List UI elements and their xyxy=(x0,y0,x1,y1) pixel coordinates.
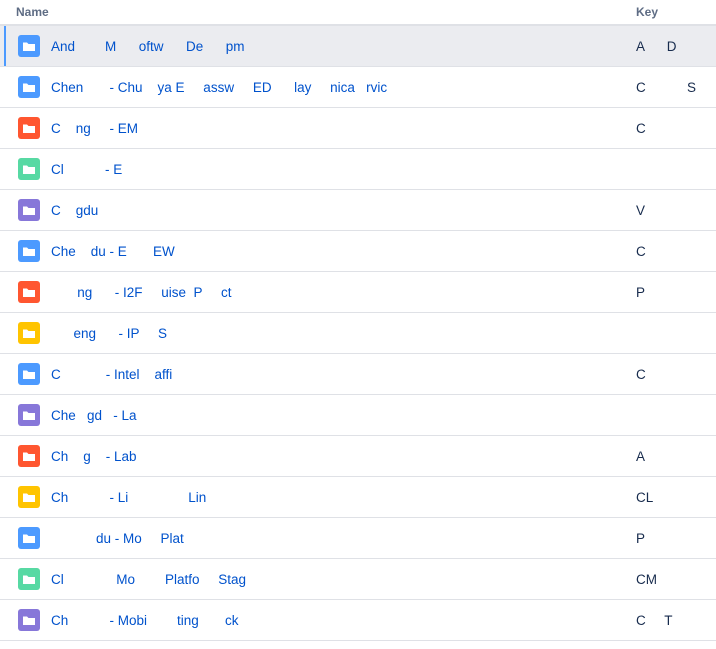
project-name-cell: Che gd - La xyxy=(0,404,620,426)
table-row[interactable]: Ch - Li Lin CL xyxy=(0,477,716,518)
folder-icon xyxy=(18,363,40,385)
project-key-cell: C xyxy=(636,366,646,382)
project-key-cell: CM xyxy=(636,571,657,587)
project-key-cell: A xyxy=(636,448,646,464)
project-name-cell: Ch - Mobi ting ck xyxy=(0,609,620,631)
folder-icon xyxy=(18,445,40,467)
table-row[interactable]: Chen - Chu ya E assw ED lay nica rvic C S xyxy=(0,67,716,108)
project-name-cell: C gdu xyxy=(0,199,620,221)
folder-icon xyxy=(18,158,40,180)
project-name-cell: Ch g - Lab xyxy=(0,445,620,467)
project-name-cell: Chen - Chu ya E assw ED lay nica rvic xyxy=(0,76,620,98)
table-row[interactable]: Cl - E xyxy=(0,149,716,190)
project-name-link[interactable]: Ch - Li Lin xyxy=(51,490,206,505)
project-key-cell: C xyxy=(636,120,646,136)
table-row[interactable]: Ch g - Lab A xyxy=(0,436,716,477)
table-header: Name Key xyxy=(0,0,716,26)
folder-icon xyxy=(18,322,40,344)
project-name-cell: du - Mo Plat xyxy=(0,527,620,549)
project-name-cell: Cl Mo Platfo Stag xyxy=(0,568,620,590)
project-name-cell: C ng - EM xyxy=(0,117,620,139)
name-column-header[interactable]: Name xyxy=(0,5,620,19)
table-row[interactable]: And M oftw De pm A D xyxy=(0,26,716,67)
project-name-cell: And M oftw De pm xyxy=(0,35,620,57)
folder-icon xyxy=(18,240,40,262)
folder-icon xyxy=(18,486,40,508)
project-key-cell: P xyxy=(636,284,646,300)
project-name-link[interactable]: Cl - E xyxy=(51,162,122,177)
project-name-link[interactable]: C ng - EM xyxy=(51,121,138,136)
table-row[interactable]: du - Mo Plat P xyxy=(0,518,716,559)
project-name-link[interactable]: C gdu xyxy=(51,203,98,218)
project-name-link[interactable]: Che gd - La xyxy=(51,408,137,423)
folder-icon xyxy=(18,527,40,549)
project-name-link[interactable]: Ch g - Lab xyxy=(51,449,137,464)
folder-icon xyxy=(18,404,40,426)
project-key-cell: P xyxy=(636,530,646,546)
folder-icon xyxy=(18,117,40,139)
table-row[interactable]: ng - I2F uise P ct P xyxy=(0,272,716,313)
project-name-link[interactable]: Ch - Mobi ting ck xyxy=(51,613,239,628)
project-key-cell: V xyxy=(636,202,646,218)
project-name-cell: eng - IP S xyxy=(0,322,620,344)
key-column-header[interactable]: Key xyxy=(620,5,716,19)
project-name-cell: Che du - E EW xyxy=(0,240,620,262)
project-name-link[interactable]: C - Intel affi xyxy=(51,367,172,382)
table-row[interactable]: Che gd - La xyxy=(0,395,716,436)
project-name-link[interactable]: Cl Mo Platfo Stag xyxy=(51,572,246,587)
table-row[interactable]: C - Intel affi C xyxy=(0,354,716,395)
folder-icon xyxy=(18,35,40,57)
folder-icon xyxy=(18,568,40,590)
table-row[interactable]: eng - IP S xyxy=(0,313,716,354)
table-row[interactable]: Cl Mo Platfo Stag CM xyxy=(0,559,716,600)
projects-table: Name Key And M oftw De pm A D Chen - Chu y… xyxy=(0,0,716,641)
folder-icon xyxy=(18,76,40,98)
table-row[interactable]: Ch - Mobi ting ck C T xyxy=(0,600,716,641)
table-body: And M oftw De pm A D Chen - Chu ya E assw … xyxy=(0,26,716,641)
project-name-link[interactable]: And M oftw De pm xyxy=(51,39,245,54)
project-name-cell: Cl - E xyxy=(0,158,620,180)
project-name-link[interactable]: ng - I2F uise P ct xyxy=(51,285,231,300)
project-name-link[interactable]: eng - IP S xyxy=(51,326,168,341)
project-name-link[interactable]: Che du - E EW xyxy=(51,244,175,259)
table-row[interactable]: C ng - EM C xyxy=(0,108,716,149)
folder-icon xyxy=(18,609,40,631)
table-row[interactable]: Che du - E EW C xyxy=(0,231,716,272)
project-key-cell: C xyxy=(636,243,646,259)
project-key-cell: A D xyxy=(636,38,677,54)
table-row[interactable]: C gdu V xyxy=(0,190,716,231)
project-name-link[interactable]: du - Mo Plat xyxy=(51,531,184,546)
project-name-cell: C - Intel affi xyxy=(0,363,620,385)
project-key-cell: CL xyxy=(636,489,654,505)
project-name-cell: ng - I2F uise P ct xyxy=(0,281,620,303)
folder-icon xyxy=(18,199,40,221)
project-name-link[interactable]: Chen - Chu ya E assw ED lay nica rvic xyxy=(51,80,387,95)
project-key-cell: C T xyxy=(636,612,673,628)
folder-icon xyxy=(18,281,40,303)
project-key-cell: C S xyxy=(636,79,697,95)
project-name-cell: Ch - Li Lin xyxy=(0,486,620,508)
